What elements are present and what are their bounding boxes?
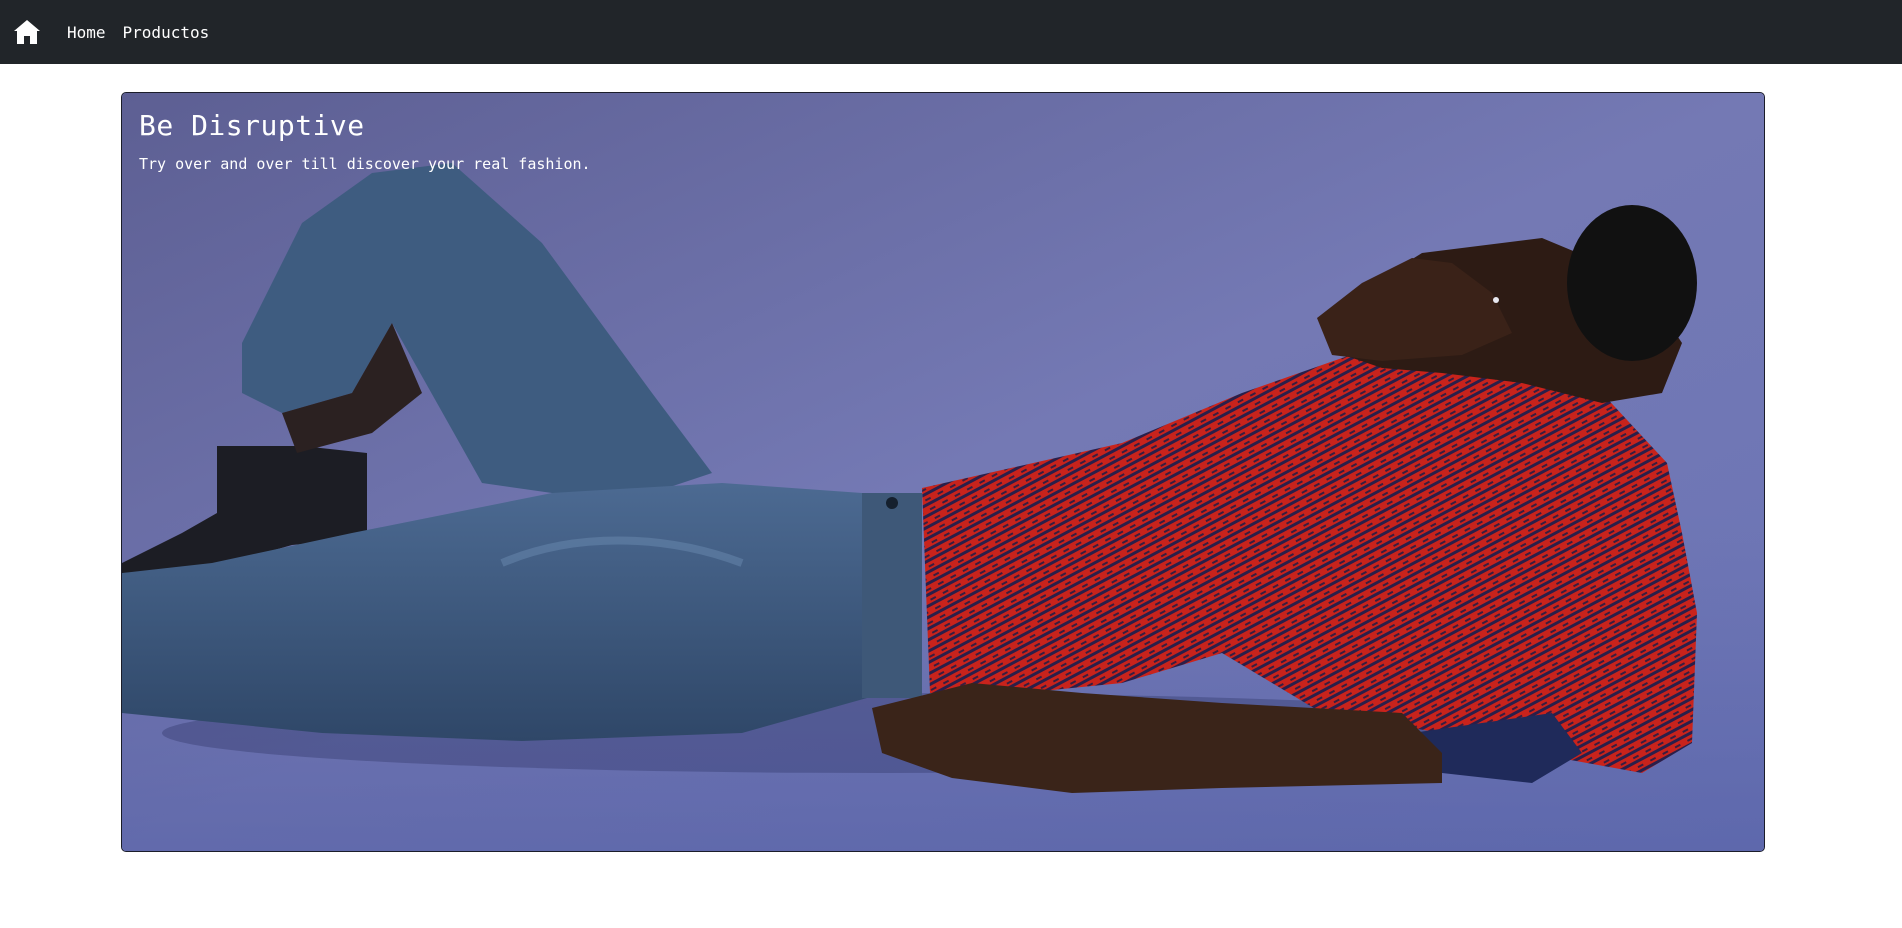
top-navbar: Home Productos <box>0 0 1902 64</box>
nav-link-productos[interactable]: Productos <box>123 23 210 42</box>
home-icon[interactable] <box>12 17 42 47</box>
hero-title: Be Disruptive <box>139 109 365 142</box>
hero-card: Be Disruptive Try over and over till dis… <box>121 92 1765 852</box>
nav-link-home[interactable]: Home <box>67 23 106 42</box>
hero-image <box>122 93 1764 851</box>
hero-subtitle: Try over and over till discover your rea… <box>139 155 591 173</box>
